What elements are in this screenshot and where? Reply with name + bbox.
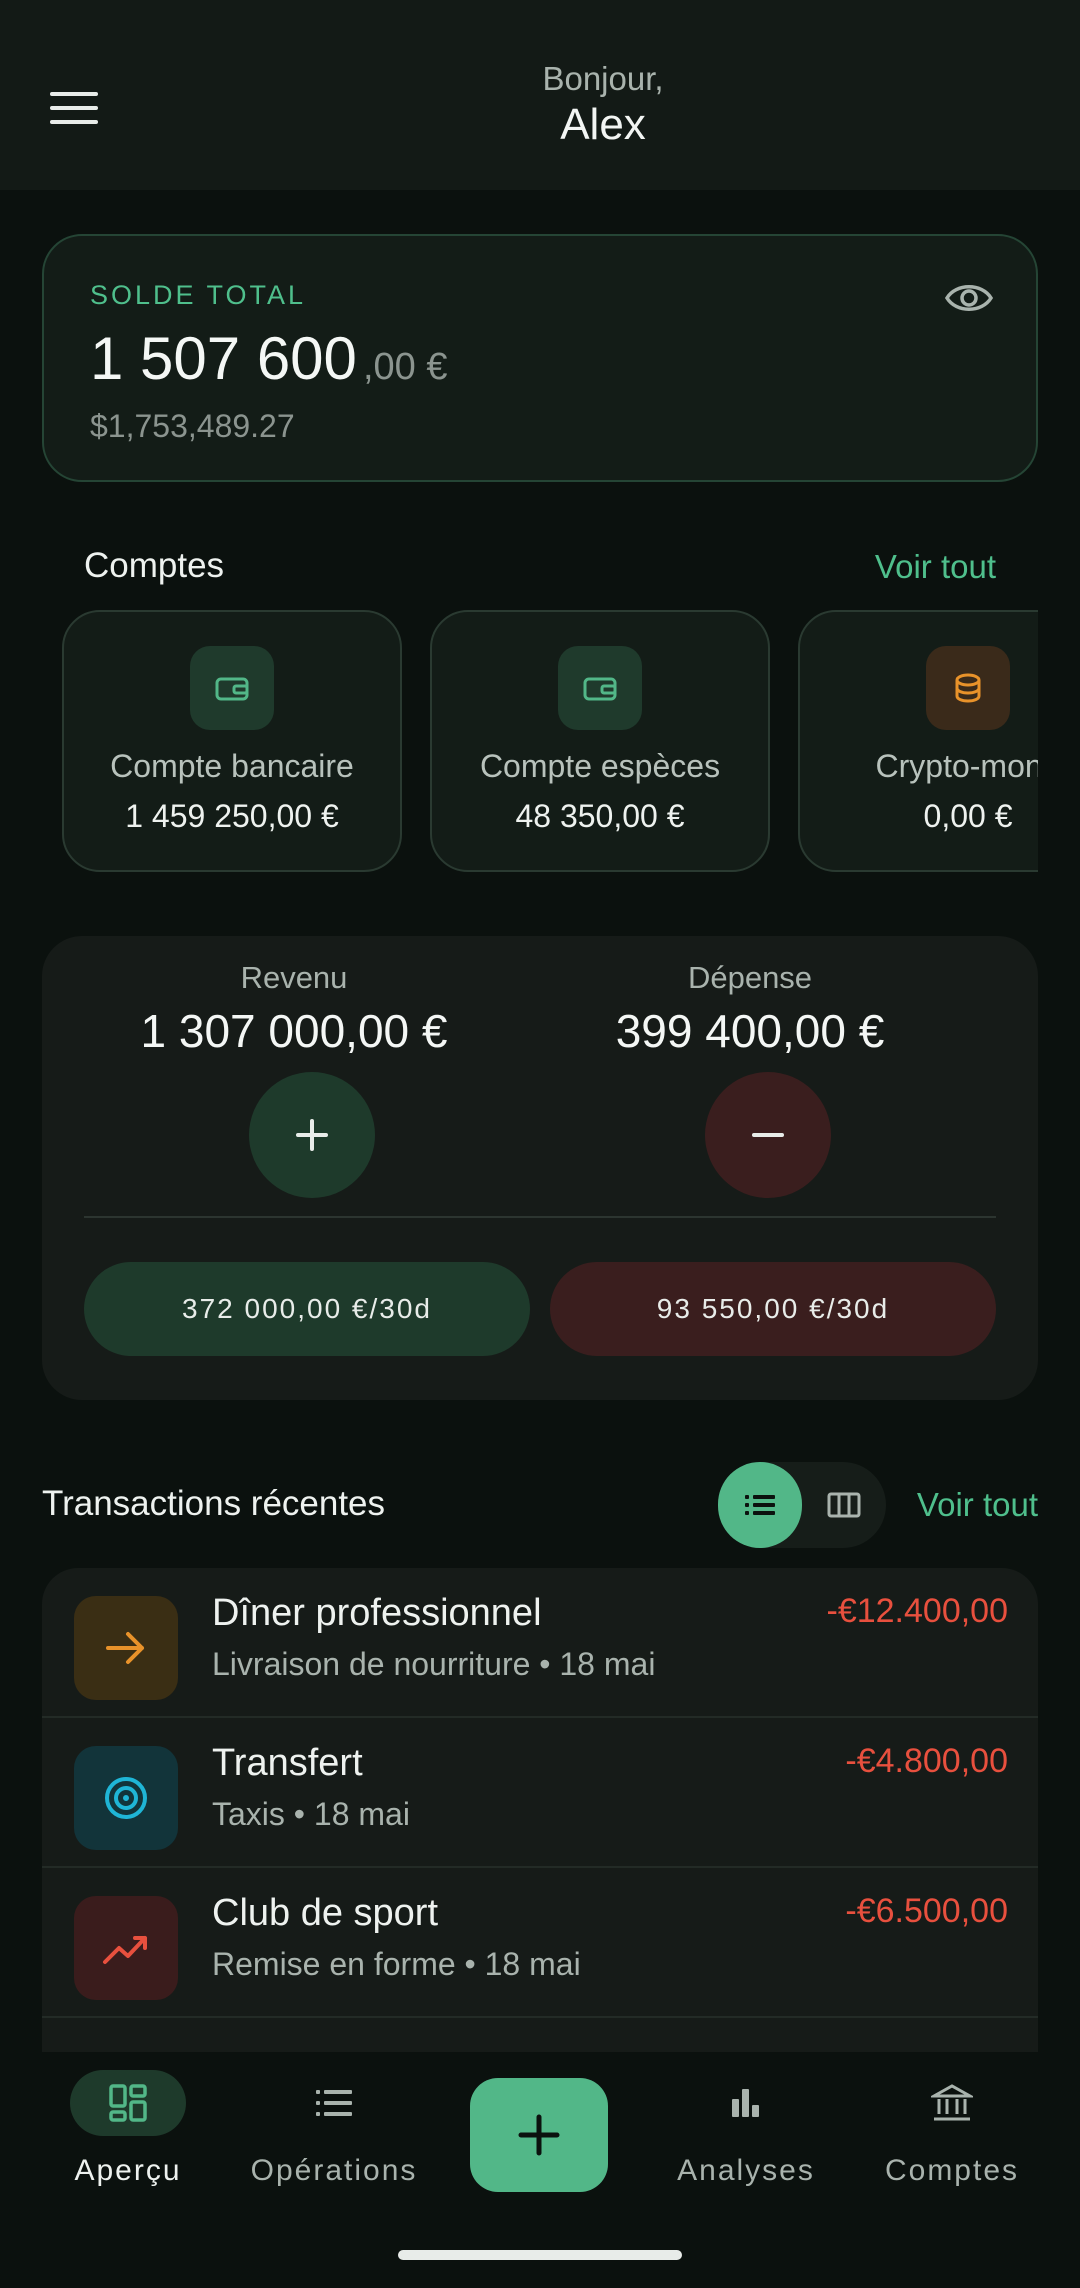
coins-icon: [926, 646, 1010, 730]
expense-block: Dépense 399 400,00 €: [520, 960, 980, 1058]
bank-icon: [894, 2070, 1010, 2136]
transaction-subtitle: Livraison de nourriture • 18 mai: [212, 1646, 656, 1682]
nav-accounts[interactable]: Comptes: [862, 2070, 1042, 2200]
list-view-button[interactable]: [718, 1462, 802, 1548]
column-view-button[interactable]: [802, 1462, 886, 1548]
account-card-crypto[interactable]: Crypto-monn 0,00 €: [798, 610, 1038, 872]
balance-amount: 1 507 600,00 €: [90, 324, 447, 393]
add-expense-button[interactable]: [705, 1072, 831, 1198]
balance-main: 1 507 600: [90, 325, 357, 392]
transaction-title: Transfert: [212, 1742, 363, 1784]
account-name: Crypto-monn: [875, 748, 1038, 784]
income-block: Revenu 1 307 000,00 €: [64, 960, 524, 1058]
transaction-subtitle: Taxis • 18 mai: [212, 1796, 410, 1832]
income-label: Revenu: [240, 960, 348, 995]
expense-label: Dépense: [687, 960, 813, 995]
nav-label: Opérations: [250, 2154, 418, 2187]
account-card-bank[interactable]: Compte bancaire 1 459 250,00 €: [62, 610, 402, 872]
list-icon: [745, 1495, 775, 1515]
dashboard-icon: [70, 2070, 186, 2136]
balance-label: SOLDE TOTAL: [90, 280, 307, 310]
user-name: Alex: [560, 100, 646, 149]
total-balance-card: SOLDE TOTAL 1 507 600,00 € $1,753,489.27: [42, 234, 1038, 482]
wallet-icon: [190, 646, 274, 730]
nav-label: Aperçu: [74, 2154, 182, 2187]
add-transaction-button[interactable]: [470, 2078, 608, 2192]
account-name: Compte bancaire: [110, 748, 354, 784]
balance-usd: $1,753,489.27: [90, 408, 295, 444]
nav-analytics[interactable]: Analyses: [656, 2070, 836, 2200]
nav-label: Analyses: [677, 2154, 815, 2187]
transaction-amount: -€12.400,00: [826, 1592, 1009, 1630]
columns-icon: [827, 1492, 861, 1518]
wallet-icon: [558, 646, 642, 730]
account-value: 0,00 €: [923, 798, 1013, 834]
account-name: Compte espèces: [479, 748, 721, 784]
transactions-see-all-link[interactable]: Voir tout: [917, 1486, 1038, 1524]
income-value: 1 307 000,00 €: [140, 1005, 448, 1057]
expense-30d-pill: 93 550,00 €/30d: [550, 1262, 996, 1356]
list-icon: [276, 2070, 392, 2136]
income-expense-card: Revenu 1 307 000,00 € Dépense 399 400,00…: [42, 936, 1038, 1400]
transaction-row[interactable]: Transfert Taxis • 18 mai -€4.800,00: [42, 1718, 1038, 1868]
balance-cents: ,00 €: [362, 346, 448, 388]
nav-overview[interactable]: Aperçu: [38, 2070, 218, 2200]
transaction-title: Dîner professionnel: [212, 1592, 542, 1634]
minus-icon: [752, 1133, 784, 1137]
eye-icon[interactable]: [944, 278, 994, 318]
greeting-text: Bonjour,: [542, 60, 664, 97]
account-card-cash[interactable]: Compte espèces 48 350,00 €: [430, 610, 770, 872]
expense-value: 399 400,00 €: [615, 1005, 885, 1057]
income-30d-pill: 372 000,00 €/30d: [84, 1262, 530, 1356]
add-income-button[interactable]: [249, 1072, 375, 1198]
accounts-carousel[interactable]: Compte bancaire 1 459 250,00 € Compte es…: [62, 610, 1038, 874]
account-value: 48 350,00 €: [515, 798, 685, 834]
nav-operations[interactable]: Opérations: [244, 2070, 424, 2200]
transaction-title: Club de sport: [212, 1892, 439, 1934]
target-icon: [74, 1746, 178, 1850]
account-value: 1 459 250,00 €: [125, 798, 339, 834]
transactions-title: Transactions récentes: [42, 1484, 386, 1523]
divider: [84, 1216, 996, 1218]
transaction-amount: -€6.500,00: [845, 1892, 1008, 1930]
bar-chart-icon: [688, 2070, 804, 2136]
accounts-see-all-link[interactable]: Voir tout: [875, 548, 996, 586]
view-toggle[interactable]: [718, 1462, 886, 1548]
transaction-row[interactable]: Club de sport Remise en forme • 18 mai -…: [42, 1868, 1038, 2018]
trending-up-icon: [74, 1896, 178, 2000]
add-icon: [518, 2114, 560, 2156]
transaction-row[interactable]: Dîner professionnel Livraison de nourrit…: [42, 1568, 1038, 1718]
transaction-row-partial[interactable]: [42, 2018, 1038, 2052]
transaction-amount: -€4.800,00: [845, 1742, 1008, 1780]
arrow-right-icon: [74, 1596, 178, 1700]
plus-icon: [296, 1119, 328, 1151]
accounts-title: Comptes: [84, 546, 225, 585]
nav-label: Comptes: [884, 2154, 1020, 2187]
transaction-list[interactable]: Dîner professionnel Livraison de nourrit…: [42, 1568, 1038, 2052]
app-header: Bonjour, Alex: [0, 0, 1080, 190]
home-indicator[interactable]: [398, 2250, 682, 2260]
transaction-subtitle: Remise en forme • 18 mai: [212, 1946, 581, 1982]
